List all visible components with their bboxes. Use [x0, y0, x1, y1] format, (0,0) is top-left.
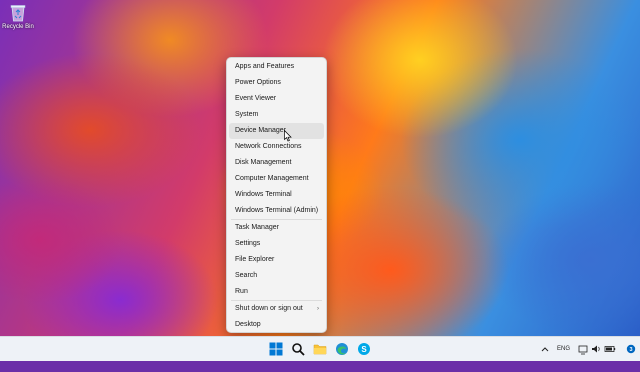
svg-text:S: S [361, 345, 367, 354]
power-user-menu: Apps and Features Power Options Event Vi… [226, 57, 327, 333]
file-explorer-icon[interactable] [313, 342, 327, 356]
language-indicator[interactable]: ENG [557, 337, 570, 361]
menu-item-windows-terminal-admin[interactable]: Windows Terminal (Admin) [229, 203, 324, 219]
mouse-cursor-icon [284, 129, 292, 142]
menu-item-network-connections[interactable]: Network Connections [229, 139, 324, 155]
menu-item-system[interactable]: System [229, 107, 324, 123]
svg-text:3: 3 [629, 347, 632, 353]
menu-item-power-options[interactable]: Power Options [229, 75, 324, 91]
taskbar: S ENG 3 [0, 336, 640, 361]
recycle-bin-label: Recycle Bin [2, 24, 34, 30]
menu-item-computer-management[interactable]: Computer Management [229, 171, 324, 187]
menu-item-desktop[interactable]: Desktop [229, 317, 324, 333]
menu-item-shut-down-or-sign-out[interactable]: Shut down or sign out › [229, 301, 324, 317]
battery-icon[interactable] [604, 337, 616, 361]
menu-item-task-manager[interactable]: Task Manager [229, 220, 324, 236]
chevron-right-icon: › [317, 306, 319, 312]
edge-icon[interactable] [335, 342, 349, 356]
notification-icon[interactable]: 3 [626, 337, 636, 361]
menu-item-apps-and-features[interactable]: Apps and Features [229, 59, 324, 75]
menu-item-disk-management[interactable]: Disk Management [229, 155, 324, 171]
menu-item-run[interactable]: Run [229, 284, 324, 300]
search-icon[interactable] [291, 342, 305, 356]
volume-icon[interactable] [591, 337, 601, 361]
menu-item-device-manager[interactable]: Device Manager [229, 123, 324, 139]
menu-item-search[interactable]: Search [229, 268, 324, 284]
menu-item-windows-terminal[interactable]: Windows Terminal [229, 187, 324, 203]
menu-item-event-viewer[interactable]: Event Viewer [229, 91, 324, 107]
skype-icon[interactable]: S [357, 342, 371, 356]
recycle-bin-shortcut[interactable]: Recycle Bin [2, 4, 34, 30]
menu-item-file-explorer[interactable]: File Explorer [229, 252, 324, 268]
recycle-bin-icon [10, 4, 26, 22]
start-icon[interactable] [269, 342, 283, 356]
menu-item-label: Shut down or sign out [235, 305, 303, 312]
network-icon[interactable] [578, 337, 588, 361]
menu-item-settings[interactable]: Settings [229, 236, 324, 252]
chevron-up-icon[interactable] [541, 337, 549, 361]
